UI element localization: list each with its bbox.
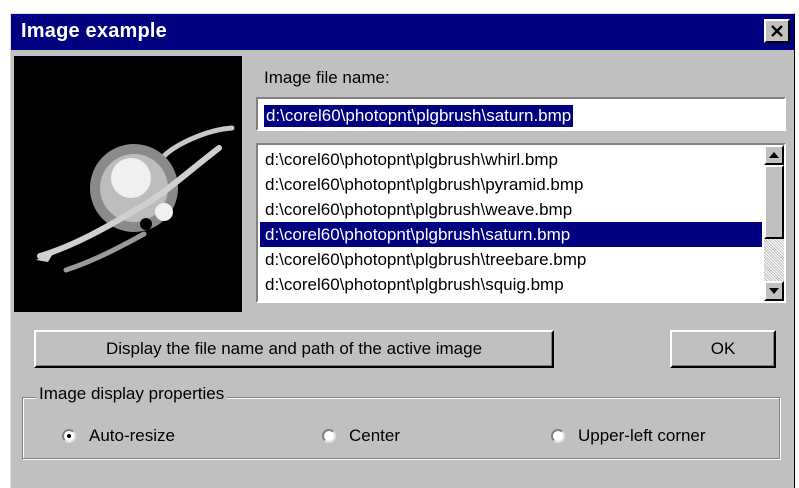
file-listbox[interactable]: d:\corel60\photopnt\plgbrush\whirl.bmp d:… [256, 143, 786, 303]
list-item[interactable]: d:\corel60\photopnt\plgbrush\squig.bmp [260, 272, 762, 297]
file-name-label: Image file name: [264, 68, 390, 87]
window-title: Image example [21, 20, 168, 42]
file-name-value: d:\corel60\photopnt\plgbrush\saturn.bmp [264, 105, 574, 127]
radio-label: Center [349, 426, 401, 445]
list-item[interactable]: d:\corel60\photopnt\plgbrush\weave.bmp [260, 197, 762, 222]
radio-label: Upper-left corner [578, 426, 706, 445]
radio-button-icon [322, 429, 336, 443]
image-preview [14, 56, 242, 312]
file-name-input[interactable]: d:\corel60\photopnt\plgbrush\saturn.bmp [256, 97, 786, 131]
scroll-thumb[interactable] [764, 165, 784, 239]
display-path-button[interactable]: Display the file name and path of the ac… [34, 330, 554, 368]
close-button[interactable] [764, 19, 790, 43]
list-item[interactable]: d:\corel60\photopnt\plgbrush\whirl.bmp [260, 147, 762, 172]
radio-label: Auto-resize [89, 426, 175, 445]
arrow-up-icon [769, 152, 779, 158]
radio-auto-resize[interactable]: Auto-resize [62, 424, 175, 448]
display-properties-legend: Image display properties [36, 384, 228, 404]
file-list: d:\corel60\photopnt\plgbrush\whirl.bmp d:… [260, 147, 762, 301]
list-item[interactable]: d:\corel60\photopnt\plgbrush\saturn.bmp [260, 222, 762, 247]
radio-button-icon [62, 429, 76, 443]
list-item[interactable]: d:\corel60\photopnt\plgbrush\treebare.bm… [260, 247, 762, 272]
vertical-scrollbar[interactable] [764, 145, 784, 301]
radio-center[interactable]: Center [322, 424, 400, 448]
title-bar[interactable]: Image example [11, 14, 794, 50]
ok-button[interactable]: OK [670, 330, 776, 368]
list-item[interactable]: d:\corel60\photopnt\plgbrush\pyramid.bmp [260, 172, 762, 197]
radio-upper-left-corner[interactable]: Upper-left corner [551, 424, 706, 448]
scroll-down-button[interactable] [764, 281, 784, 301]
scroll-up-button[interactable] [764, 145, 784, 165]
close-icon [771, 25, 783, 37]
arrow-down-icon [769, 288, 779, 294]
radio-dot-icon [67, 434, 71, 438]
radio-button-icon [551, 429, 565, 443]
saturn-icon [36, 125, 235, 273]
